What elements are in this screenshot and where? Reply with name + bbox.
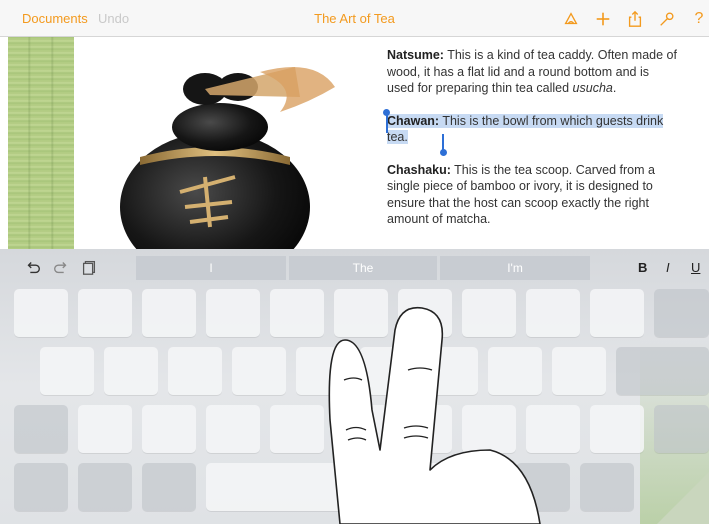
paragraph-text: .	[612, 81, 617, 95]
delete-key[interactable]	[654, 289, 709, 337]
body-text[interactable]: Natsume: This is a kind of tea caddy. Of…	[387, 47, 677, 244]
tea-caddy-image	[120, 67, 335, 249]
italic-term: usucha	[572, 81, 613, 95]
key[interactable]	[78, 405, 132, 453]
globe-key[interactable]	[78, 463, 132, 511]
shift-key-right[interactable]	[654, 405, 709, 453]
term-natsume: Natsume:	[387, 48, 444, 62]
selected-text[interactable]: Chawan: This is the bowl from which gues…	[387, 113, 664, 144]
key[interactable]	[206, 289, 260, 337]
help-icon[interactable]: ?	[688, 8, 709, 30]
term-chashaku: Chashaku:	[387, 162, 451, 177]
wrench-icon[interactable]	[656, 8, 678, 30]
redo-icon[interactable]	[52, 258, 70, 276]
key[interactable]	[590, 405, 644, 453]
add-icon[interactable]	[592, 8, 614, 30]
return-key[interactable]	[616, 347, 709, 395]
key[interactable]	[590, 289, 644, 337]
bamboo-mat-image	[8, 37, 74, 249]
selection-start-caret	[386, 115, 388, 133]
undo-icon[interactable]	[24, 258, 42, 276]
selection-end-handle[interactable]	[440, 149, 447, 156]
suggestion-2[interactable]: The	[289, 256, 437, 280]
underline-button[interactable]: U	[691, 260, 700, 275]
documents-button[interactable]: Documents	[22, 11, 88, 26]
suggestion-3[interactable]: I'm	[440, 256, 590, 280]
key[interactable]	[206, 405, 260, 453]
two-finger-hand-illustration	[328, 306, 541, 524]
key[interactable]	[104, 347, 158, 395]
page-curl	[657, 472, 709, 524]
quicktype-bar: I The I'm B I U	[0, 249, 709, 285]
suggestion-1[interactable]: I	[136, 256, 286, 280]
key[interactable]	[40, 347, 94, 395]
key[interactable]	[168, 347, 222, 395]
format-brush-icon[interactable]	[560, 8, 582, 30]
paragraph-chawan: Chawan: This is the bowl from which gues…	[387, 113, 677, 146]
paragraph-natsume: Natsume: This is a kind of tea caddy. Of…	[387, 47, 677, 97]
term-chawan: Chawan:	[387, 113, 440, 128]
key[interactable]	[142, 289, 196, 337]
undo-button[interactable]: Undo	[98, 11, 129, 26]
share-icon[interactable]	[624, 8, 646, 30]
hide-keyboard-key[interactable]	[580, 463, 634, 511]
bold-button[interactable]: B	[638, 260, 647, 275]
key[interactable]	[142, 405, 196, 453]
italic-button[interactable]: I	[666, 260, 670, 275]
paragraph-chashaku: Chashaku: This is the tea scoop. Carved …	[387, 162, 677, 228]
key[interactable]	[232, 347, 286, 395]
numbers-key[interactable]	[14, 463, 68, 511]
key[interactable]	[552, 347, 606, 395]
shift-key[interactable]	[14, 405, 68, 453]
key[interactable]	[78, 289, 132, 337]
paste-icon[interactable]	[80, 258, 98, 276]
dictation-key[interactable]	[142, 463, 196, 511]
top-toolbar: Documents Undo The Art of Tea ?	[0, 0, 709, 37]
document-canvas[interactable]: Natsume: This is a kind of tea caddy. Of…	[0, 37, 709, 249]
key[interactable]	[14, 289, 68, 337]
